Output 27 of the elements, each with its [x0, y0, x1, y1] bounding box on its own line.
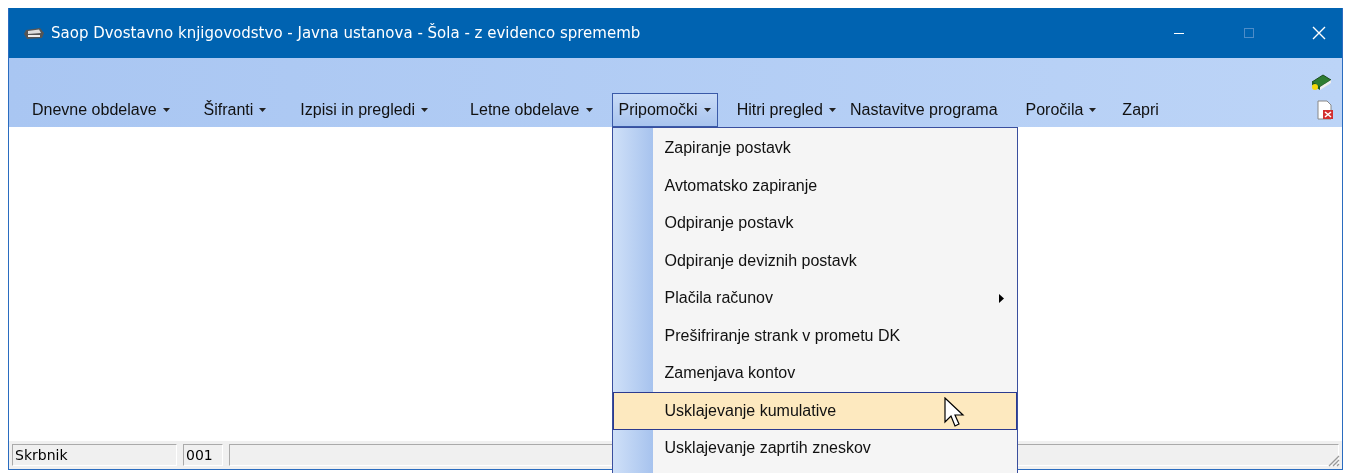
menu-item[interactable]: Poročila — [1018, 93, 1104, 126]
window-title: Saop Dvostavno knjigovodstvo - Javna ustanova - Šola - z evidenco sprememb — [51, 24, 641, 42]
status-panel: Skrbnik — [12, 444, 177, 466]
printer-icon — [23, 25, 45, 41]
menu-item[interactable]: Šifranti — [196, 93, 274, 126]
close-document-icon[interactable] — [1316, 99, 1334, 120]
menu-item[interactable]: Pripomočki — [611, 92, 718, 127]
dropdown-menu-item[interactable]: Zapiranje postavk — [612, 129, 1017, 167]
status-panel: 001 — [183, 444, 223, 466]
menu-item[interactable]: Dnevne obdelave — [25, 93, 177, 126]
help-book-icon[interactable] — [1310, 72, 1332, 92]
dropdown-menu-item[interactable]: Prešifriranje strank v prometu DK — [612, 317, 1017, 355]
menu-item[interactable]: Letne obdelave — [463, 93, 600, 126]
menu-item[interactable]: Nastavitve programa — [842, 93, 1005, 126]
menu-item[interactable]: Izpisi in pregledi — [293, 93, 436, 126]
dropdown-menu-item[interactable]: Plačila računov — [612, 279, 1017, 317]
maximize-icon — [1243, 27, 1255, 39]
menu-item[interactable]: Zapri — [1115, 93, 1166, 126]
close-icon — [1312, 26, 1326, 40]
resize-grip-icon[interactable] — [1326, 453, 1340, 467]
dropdown-menu-item[interactable]: Odpiranje postavk — [612, 204, 1017, 242]
dropdown-menu-item[interactable]: Zamenjava kontov — [612, 354, 1017, 392]
dropdown-menu-item[interactable]: Avtomatsko zapiranje — [612, 167, 1017, 205]
dropdown-menu-item[interactable]: Odpiranje deviznih postavk — [612, 242, 1017, 280]
menu-item[interactable]: Hitri pregled — [729, 93, 843, 126]
dropdown-menu-item[interactable]: Usklajevanje zaprtih zneskov — [612, 429, 1017, 467]
dropdown-menu-item[interactable]: Usklajevanje kumulative — [612, 392, 1017, 430]
